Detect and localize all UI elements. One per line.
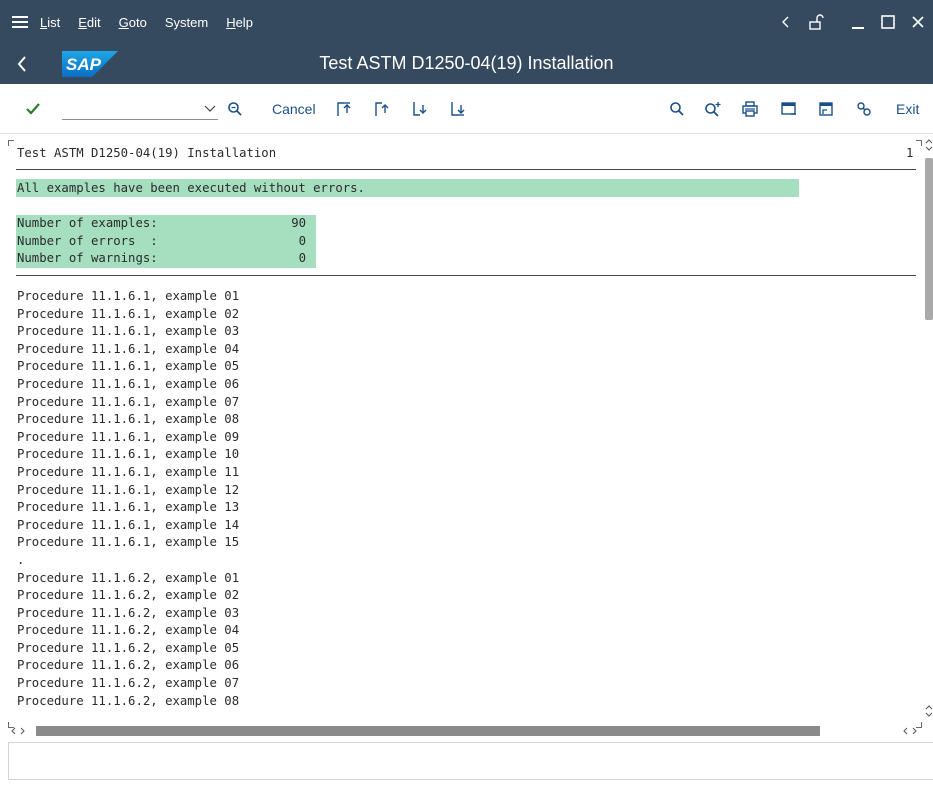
- list-line: Procedure 11.1.6.1, example 12: [17, 482, 240, 497]
- list-header: Test ASTM D1250-04(19) Installation: [17, 146, 277, 160]
- title-bar: SAP Test ASTM D1250-04(19) Installation: [0, 44, 933, 84]
- stat-value: 90: [291, 216, 306, 230]
- previous-page-icon[interactable]: [373, 93, 389, 125]
- list-line: Procedure 11.1.6.1, example 04: [17, 341, 240, 356]
- vertical-scroll-thumb[interactable]: [925, 158, 933, 320]
- list-line: Procedure 11.1.6.2, example 02: [17, 588, 240, 603]
- list-line: Procedure 11.1.6.1, example 10: [17, 447, 240, 462]
- application-toolbar: Cancel Exit: [0, 84, 933, 134]
- scroll-left-right-icon[interactable]: [8, 725, 32, 737]
- stat-row: Number of examples: 90: [16, 215, 316, 233]
- sap-logo-text: SAP: [66, 55, 102, 74]
- menu-bar: List Edit Goto System Help: [0, 0, 933, 44]
- stat-label: Number of errors :: [17, 233, 158, 248]
- cancel-button[interactable]: Cancel: [272, 93, 316, 125]
- stat-value: 0: [298, 233, 306, 248]
- status-bar: [8, 742, 933, 780]
- close-icon[interactable]: [903, 0, 933, 44]
- list-output: Test ASTM D1250-04(19) Installation 1 Al…: [8, 140, 933, 730]
- list-line: Procedure 11.1.6.1, example 11: [17, 464, 240, 479]
- first-page-icon[interactable]: [335, 93, 351, 125]
- generate-shortcut-icon[interactable]: [818, 93, 834, 125]
- sap-logo: SAP: [62, 51, 118, 77]
- list-line: Procedure 11.1.6.1, example 03: [17, 324, 240, 339]
- scroll-left-right-icon[interactable]: [900, 725, 924, 737]
- horizontal-scrollbar[interactable]: [0, 724, 933, 738]
- success-message: All examples have been executed without …: [16, 179, 799, 197]
- list-line: Procedure 11.1.6.1, example 09: [17, 429, 240, 444]
- list-line: Procedure 11.1.6.1, example 14: [17, 517, 240, 532]
- next-page-icon[interactable]: [411, 93, 427, 125]
- horizontal-scroll-thumb[interactable]: [36, 726, 820, 736]
- list-line: Procedure 11.1.6.1, example 02: [17, 306, 240, 321]
- vertical-scrollbar[interactable]: [925, 150, 933, 720]
- maximize-icon[interactable]: [873, 0, 903, 44]
- list-line: Procedure 11.1.6.1, example 06: [17, 376, 240, 391]
- menu-goto[interactable]: Goto: [119, 15, 147, 30]
- scroll-down-icon[interactable]: [925, 704, 933, 718]
- search-icon[interactable]: [227, 93, 243, 125]
- exit-button[interactable]: Exit: [896, 93, 919, 125]
- stat-label: Number of examples:: [17, 216, 158, 230]
- list-line: .: [17, 552, 25, 567]
- list-line: Procedure 11.1.6.2, example 07: [17, 676, 240, 691]
- stat-value: 0: [298, 251, 306, 265]
- customize-layout-icon[interactable]: [856, 93, 872, 125]
- stat-row: Number of errors : 0: [16, 232, 316, 250]
- find-next-icon[interactable]: [704, 93, 722, 125]
- find-icon[interactable]: [669, 93, 685, 125]
- menu-edit[interactable]: Edit: [78, 15, 100, 30]
- list-line: Procedure 11.1.6.1, example 05: [17, 359, 240, 374]
- menu-system[interactable]: System: [165, 15, 208, 30]
- list-line: Procedure 11.1.6.2, example 03: [17, 605, 240, 620]
- menu-list[interactable]: List: [40, 15, 60, 30]
- chevron-down-icon[interactable]: [204, 100, 216, 118]
- list-line: Procedure 11.1.6.2, example 01: [17, 570, 240, 585]
- statistics-block: Number of examples: 90 Number of errors …: [16, 215, 316, 268]
- collapse-chevron-icon[interactable]: [771, 0, 801, 44]
- stat-row: Number of warnings: 0: [16, 250, 316, 268]
- page-number: 1: [906, 146, 914, 160]
- list-line: Procedure 11.1.6.2, example 08: [17, 693, 240, 708]
- list-line: Procedure 11.1.6.1, example 07: [17, 394, 240, 409]
- command-input[interactable]: [62, 98, 192, 119]
- scroll-up-icon[interactable]: [925, 138, 933, 152]
- divider: [16, 169, 916, 170]
- procedure-list: Procedure 11.1.6.1, example 01 Procedure…: [17, 288, 239, 710]
- command-field[interactable]: [62, 98, 218, 120]
- print-icon[interactable]: [742, 93, 758, 125]
- corner-top-left: [8, 140, 14, 146]
- list-line: Procedure 11.1.6.2, example 04: [17, 623, 240, 638]
- create-session-icon[interactable]: [781, 93, 797, 125]
- list-line: Procedure 11.1.6.2, example 05: [17, 640, 240, 655]
- list-line: Procedure 11.1.6.1, example 15: [17, 535, 240, 550]
- menu-help[interactable]: Help: [226, 15, 253, 30]
- last-page-icon[interactable]: [449, 93, 465, 125]
- list-line: Procedure 11.1.6.2, example 06: [17, 658, 240, 673]
- minimize-icon[interactable]: [843, 0, 873, 44]
- stat-label: Number of warnings:: [17, 251, 158, 265]
- back-icon[interactable]: [0, 44, 44, 84]
- divider: [16, 275, 916, 276]
- list-line: Procedure 11.1.6.1, example 01: [17, 289, 240, 303]
- window-title: Test ASTM D1250-04(19) Installation: [319, 53, 614, 73]
- check-icon[interactable]: [26, 93, 40, 125]
- list-line: Procedure 11.1.6.1, example 08: [17, 412, 240, 427]
- lock-icon[interactable]: [801, 0, 831, 44]
- corner-top-right: [916, 140, 922, 146]
- list-line: Procedure 11.1.6.1, example 13: [17, 500, 240, 515]
- hamburger-icon[interactable]: [0, 15, 40, 29]
